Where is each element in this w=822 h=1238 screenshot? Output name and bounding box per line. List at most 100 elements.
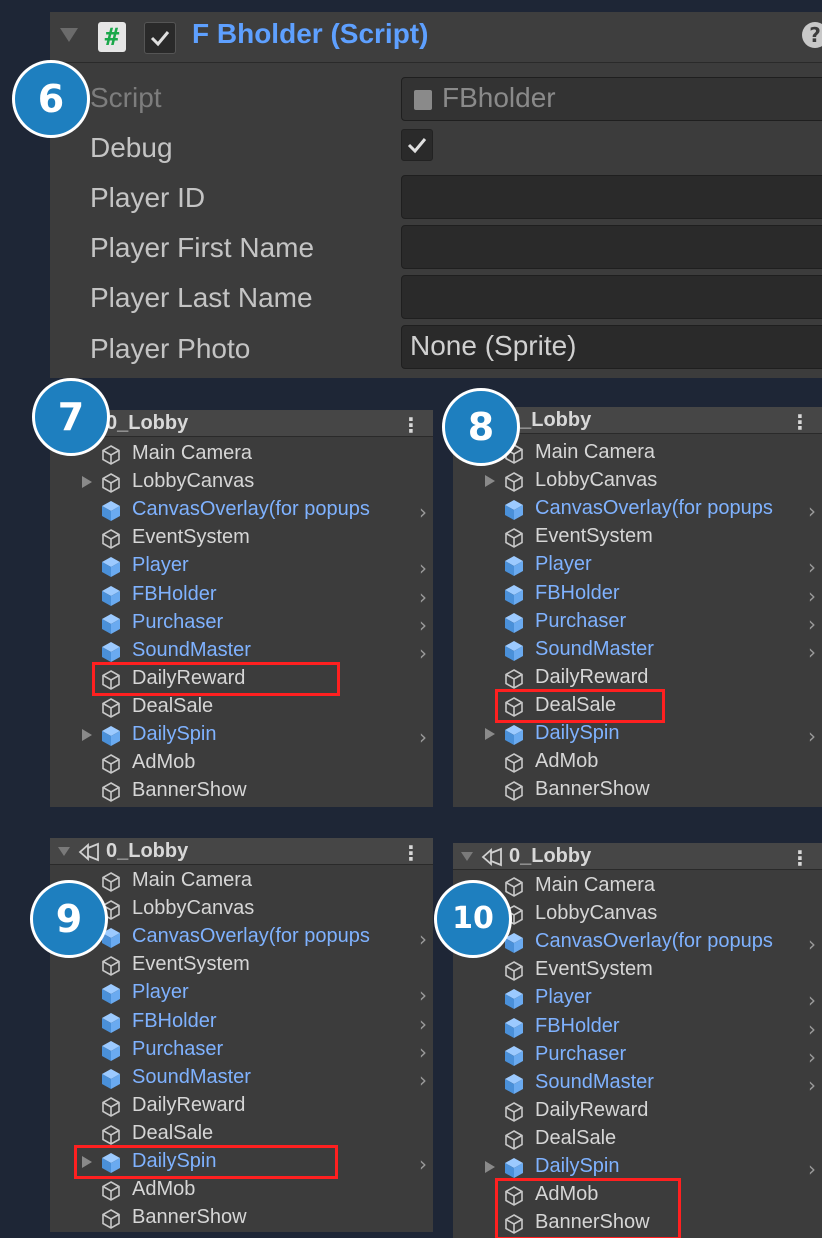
chevron-right-icon[interactable]: ›: [808, 1045, 816, 1069]
more-options-icon[interactable]: ⋮: [790, 410, 810, 434]
scene-header[interactable]: 0_Lobby ⋮: [453, 843, 822, 870]
more-options-icon[interactable]: ⋮: [790, 846, 810, 870]
step-badge-10: 10: [434, 880, 512, 958]
hierarchy-item-dailyreward[interactable]: DailyReward: [453, 1097, 822, 1125]
hierarchy-item-purchaser[interactable]: Purchaser ›: [453, 608, 822, 636]
hierarchy-item-bannershow[interactable]: BannerShow: [453, 776, 822, 804]
hierarchy-item-canvasoverlay-for-popups[interactable]: CanvasOverlay(for popups ›: [50, 923, 433, 951]
hierarchy-item-dealsale[interactable]: DealSale: [453, 1125, 822, 1153]
player-photo-field[interactable]: None (Sprite): [401, 325, 822, 369]
player-last-name-input[interactable]: [401, 275, 822, 319]
chevron-right-icon[interactable]: ›: [419, 927, 427, 951]
hierarchy-item-dailyspin[interactable]: DailySpin ›: [50, 721, 433, 749]
chevron-right-icon[interactable]: ›: [419, 1068, 427, 1092]
scene-header[interactable]: 0_Lobby ⋮: [50, 838, 433, 865]
hierarchy-item-eventsystem[interactable]: EventSystem: [453, 956, 822, 984]
hierarchy-item-dailyreward[interactable]: DailyReward: [453, 664, 822, 692]
chevron-right-icon[interactable]: ›: [419, 500, 427, 524]
chevron-right-icon[interactable]: ›: [808, 1073, 816, 1097]
hierarchy-item-purchaser[interactable]: Purchaser ›: [50, 609, 433, 637]
inspector-component-fbholder: # F Bholder (Script) ? Script FBholder D…: [50, 12, 822, 378]
hierarchy-item-soundmaster[interactable]: SoundMaster ›: [453, 1069, 822, 1097]
hierarchy-item-lobbycanvas[interactable]: LobbyCanvas: [50, 468, 433, 496]
player-id-input[interactable]: [401, 175, 822, 219]
hierarchy-item-canvasoverlay-for-popups[interactable]: CanvasOverlay(for popups ›: [453, 495, 822, 523]
chevron-right-icon[interactable]: ›: [419, 641, 427, 665]
chevron-right-icon[interactable]: ›: [419, 725, 427, 749]
chevron-right-icon[interactable]: ›: [419, 556, 427, 580]
hierarchy-item-bannershow[interactable]: BannerShow: [50, 1204, 433, 1232]
hierarchy-item-admob[interactable]: AdMob: [453, 748, 822, 776]
prefab-cube-icon: [100, 613, 122, 639]
prefab-cube-icon: [503, 584, 525, 610]
hierarchy-item-main-camera[interactable]: Main Camera: [453, 872, 822, 900]
chevron-right-icon[interactable]: ›: [808, 499, 816, 523]
hierarchy-item-dealsale[interactable]: DealSale: [50, 693, 433, 721]
chevron-right-icon[interactable]: ›: [808, 584, 816, 608]
foldout-arrow-icon[interactable]: [58, 847, 70, 856]
hierarchy-item-soundmaster[interactable]: SoundMaster ›: [50, 1064, 433, 1092]
hierarchy-item-dealsale[interactable]: DealSale: [50, 1120, 433, 1148]
hierarchy-item-dailyreward[interactable]: DailyReward: [50, 1092, 433, 1120]
hierarchy-item-dailyspin[interactable]: DailySpin ›: [453, 720, 822, 748]
hierarchy-item-player[interactable]: Player ›: [50, 552, 433, 580]
chevron-right-icon[interactable]: ›: [808, 724, 816, 748]
red-highlight-box: [74, 1145, 338, 1180]
hierarchy-item-label: FBHolder: [535, 581, 620, 604]
hierarchy-item-bannershow[interactable]: BannerShow: [50, 777, 433, 805]
hierarchy-item-eventsystem[interactable]: EventSystem: [50, 524, 433, 552]
foldout-arrow-icon[interactable]: [60, 28, 78, 42]
expand-arrow-icon[interactable]: [485, 475, 495, 488]
player-first-name-input[interactable]: [401, 225, 822, 269]
expand-arrow-icon[interactable]: [82, 476, 92, 489]
prefab-cube-icon: [503, 988, 525, 1014]
hierarchy-item-canvasoverlay-for-popups[interactable]: CanvasOverlay(for popups ›: [50, 496, 433, 524]
foldout-arrow-icon[interactable]: [461, 852, 473, 861]
chevron-right-icon[interactable]: ›: [808, 612, 816, 636]
chevron-right-icon[interactable]: ›: [808, 1157, 816, 1181]
component-header[interactable]: # F Bholder (Script) ?: [50, 12, 822, 63]
hierarchy-item-purchaser[interactable]: Purchaser ›: [453, 1041, 822, 1069]
gameobject-cube-icon: [503, 471, 525, 497]
hierarchy-item-lobbycanvas[interactable]: LobbyCanvas: [453, 467, 822, 495]
hierarchy-item-main-camera[interactable]: Main Camera: [50, 440, 433, 468]
component-enabled-checkbox[interactable]: [144, 22, 176, 54]
chevron-right-icon[interactable]: ›: [419, 585, 427, 609]
hierarchy-item-player[interactable]: Player ›: [50, 979, 433, 1007]
hierarchy-item-purchaser[interactable]: Purchaser ›: [50, 1036, 433, 1064]
hierarchy-item-player[interactable]: Player ›: [453, 984, 822, 1012]
hierarchy-item-dailyspin[interactable]: DailySpin ›: [453, 1153, 822, 1181]
expand-arrow-icon[interactable]: [485, 1161, 495, 1173]
more-options-icon[interactable]: ⋮: [401, 413, 421, 437]
chevron-right-icon[interactable]: ›: [808, 555, 816, 579]
hierarchy-item-fbholder[interactable]: FBHolder ›: [453, 1013, 822, 1041]
hierarchy-item-admob[interactable]: AdMob: [50, 749, 433, 777]
hierarchy-item-fbholder[interactable]: FBHolder ›: [50, 1008, 433, 1036]
chevron-right-icon[interactable]: ›: [808, 932, 816, 956]
hierarchy-item-admob[interactable]: AdMob: [50, 1176, 433, 1204]
hierarchy-item-eventsystem[interactable]: EventSystem: [453, 523, 822, 551]
hierarchy-item-main-camera[interactable]: Main Camera: [50, 867, 433, 895]
hierarchy-item-player[interactable]: Player ›: [453, 551, 822, 579]
debug-checkbox[interactable]: [401, 129, 433, 161]
prefab-cube-icon: [100, 1012, 122, 1038]
hierarchy-item-fbholder[interactable]: FBHolder ›: [453, 580, 822, 608]
script-field[interactable]: FBholder: [401, 77, 822, 121]
expand-arrow-icon[interactable]: [82, 729, 92, 741]
chevron-right-icon[interactable]: ›: [419, 1012, 427, 1036]
more-options-icon[interactable]: ⋮: [401, 841, 421, 865]
hierarchy-item-soundmaster[interactable]: SoundMaster ›: [453, 636, 822, 664]
chevron-right-icon[interactable]: ›: [419, 983, 427, 1007]
chevron-right-icon[interactable]: ›: [808, 1017, 816, 1041]
hierarchy-item-fbholder[interactable]: FBHolder ›: [50, 581, 433, 609]
chevron-right-icon[interactable]: ›: [808, 988, 816, 1012]
chevron-right-icon[interactable]: ›: [419, 613, 427, 637]
hierarchy-item-soundmaster[interactable]: SoundMaster ›: [50, 637, 433, 665]
help-icon[interactable]: ?: [802, 22, 822, 48]
expand-arrow-icon[interactable]: [485, 728, 495, 740]
scene-name: 0_Lobby: [509, 409, 592, 431]
chevron-right-icon[interactable]: ›: [419, 1040, 427, 1064]
hierarchy-item-eventsystem[interactable]: EventSystem: [50, 951, 433, 979]
chevron-right-icon[interactable]: ›: [808, 640, 816, 664]
chevron-right-icon[interactable]: ›: [419, 1152, 427, 1176]
